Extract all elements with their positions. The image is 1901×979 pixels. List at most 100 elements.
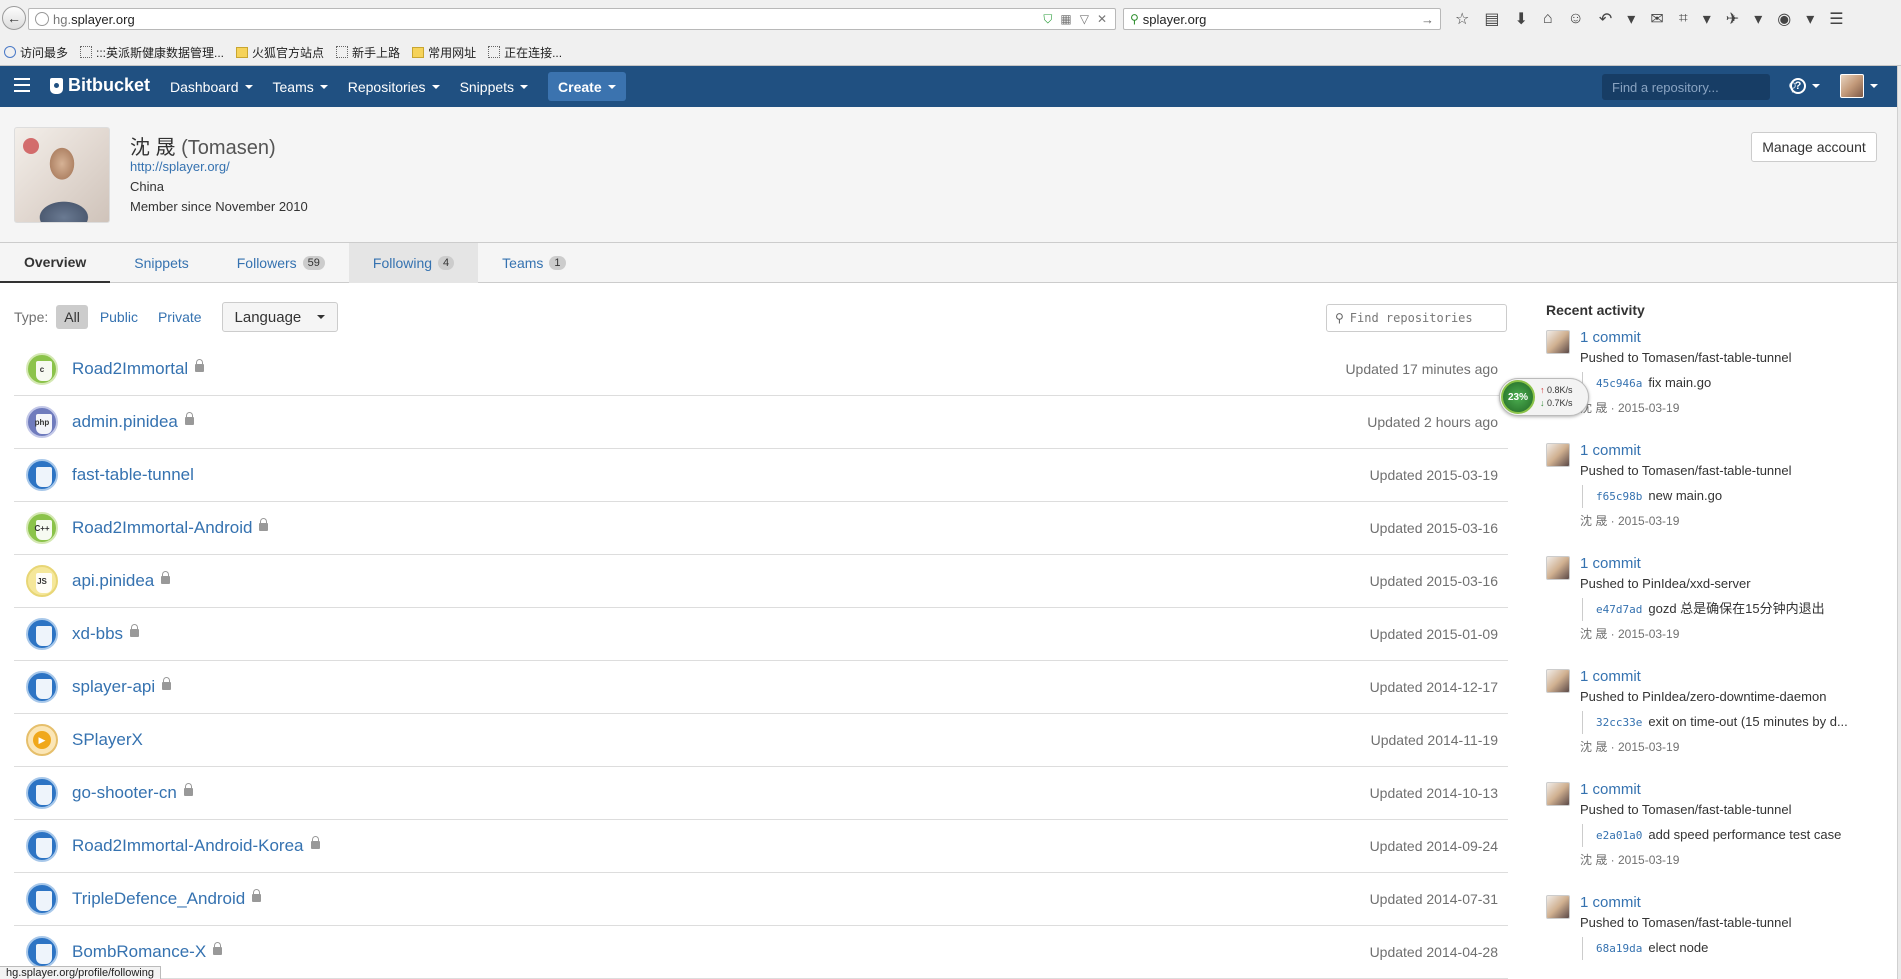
repo-row[interactable]: xd-bbs Updated 2015-01-09 — [14, 608, 1508, 661]
tab-overview[interactable]: Overview — [0, 243, 111, 283]
repo-row[interactable]: fast-table-tunnel Updated 2015-03-19 — [14, 449, 1508, 502]
repo-row[interactable]: c Road2Immortal Updated 17 minutes ago — [14, 343, 1508, 396]
language-dropdown[interactable]: Language — [221, 302, 339, 332]
find-repositories-input[interactable] — [1349, 311, 1498, 325]
download-icon[interactable]: ⬇ — [1514, 9, 1527, 29]
nav-teams[interactable]: Teams — [273, 79, 328, 95]
filter-all[interactable]: All — [56, 305, 88, 329]
repo-name-link[interactable]: BombRomance-X — [72, 942, 206, 962]
repo-name-link[interactable]: admin.pinidea — [72, 412, 178, 432]
close-icon[interactable]: ✕ — [1097, 12, 1107, 27]
download-value: 0.7K/s — [1547, 398, 1573, 408]
dropdown-icon[interactable]: ▾ — [1703, 9, 1711, 29]
avatar[interactable] — [1546, 669, 1570, 693]
home-icon[interactable]: ⌂ — [1543, 10, 1553, 28]
repo-name-link[interactable]: Road2Immortal — [72, 359, 188, 379]
repo-row[interactable]: BombRomance-X Updated 2014-04-28 — [14, 926, 1508, 979]
commit-hash-link[interactable]: 32cc33e — [1596, 716, 1642, 729]
menu-icon[interactable]: ☰ — [1829, 9, 1843, 29]
url-bar[interactable]: hg.splayer.org ⛉ ▦ ▽ ✕ — [28, 8, 1116, 30]
repo-search-input[interactable] — [1612, 79, 1788, 95]
commit-count-link[interactable]: 1 commit — [1580, 441, 1886, 461]
commit-hash-link[interactable]: e2a01a0 — [1596, 829, 1642, 842]
commit-count-link[interactable]: 1 commit — [1580, 893, 1886, 913]
commit-count-link[interactable]: 1 commit — [1580, 780, 1886, 800]
avatar[interactable] — [1546, 443, 1570, 467]
avatar[interactable] — [1546, 556, 1570, 580]
qr-code-icon[interactable]: ▦ — [1060, 12, 1071, 27]
commit-hash-link[interactable]: 68a19da — [1596, 942, 1642, 955]
nav-repositories[interactable]: Repositories — [348, 79, 440, 95]
search-engine-icon[interactable]: ⚲ — [1130, 12, 1139, 26]
tab-teams[interactable]: Teams 1 — [478, 243, 589, 283]
bookmark-item[interactable]: :::英派斯健康数据管理... — [76, 44, 228, 61]
bookmark-item[interactable]: 火狐官方站点 — [232, 44, 328, 61]
repo-row[interactable]: Road2Immortal-Android-Korea Updated 2014… — [14, 820, 1508, 873]
repo-row[interactable]: go-shooter-cn Updated 2014-10-13 — [14, 767, 1508, 820]
bird-icon[interactable]: ✈ — [1726, 9, 1739, 29]
go-arrow-icon[interactable]: → — [1421, 12, 1434, 27]
repo-name-link[interactable]: Road2Immortal-Android-Korea — [72, 836, 304, 856]
bookmark-item[interactable]: 访问最多 — [0, 44, 72, 61]
profile-website-link[interactable]: http://splayer.org/ — [130, 159, 230, 174]
back-button[interactable]: ← — [2, 6, 26, 30]
bookmark-item[interactable]: 新手上路 — [332, 44, 404, 61]
network-speed-widget[interactable]: 23% ↑ 0.8K/s ↓ 0.7K/s — [1499, 378, 1589, 416]
repo-row[interactable]: splayer-api Updated 2014-12-17 — [14, 661, 1508, 714]
filter-private[interactable]: Private — [150, 305, 210, 329]
commit-count-link[interactable]: 1 commit — [1580, 554, 1886, 574]
browser-search-bar[interactable]: ⚲ splayer.org → — [1123, 8, 1441, 30]
repo-name-link[interactable]: TripleDefence_Android — [72, 889, 245, 909]
repo-row[interactable]: ▶ SPlayerX Updated 2014-11-19 — [14, 714, 1508, 767]
comment-icon[interactable]: ✉ — [1650, 9, 1663, 29]
repo-row[interactable]: JS api.pinidea Updated 2015-03-16 — [14, 555, 1508, 608]
repo-row[interactable]: php admin.pinidea Updated 2 hours ago — [14, 396, 1508, 449]
clipboard-icon[interactable]: ▤ — [1484, 9, 1499, 29]
repo-name-link[interactable]: api.pinidea — [72, 571, 154, 591]
repo-name-link[interactable]: xd-bbs — [72, 624, 123, 644]
tab-following[interactable]: Following 4 — [348, 243, 479, 283]
play-icon: ▶ — [26, 724, 58, 756]
repo-name-link[interactable]: go-shooter-cn — [72, 783, 177, 803]
repo-name-link[interactable]: splayer-api — [72, 677, 155, 697]
bookmark-item[interactable]: 正在连接... — [484, 44, 566, 61]
dropdown-icon[interactable]: ▾ — [1754, 9, 1762, 29]
commit-hash-link[interactable]: 45c946a — [1596, 377, 1642, 390]
dropdown-arrow-icon[interactable]: ▽ — [1080, 12, 1089, 27]
hamburger-menu-icon[interactable] — [14, 78, 30, 94]
chat-icon[interactable]: ☺ — [1568, 10, 1584, 28]
create-button[interactable]: Create — [548, 72, 626, 101]
repo-name-link[interactable]: Road2Immortal-Android — [72, 518, 252, 538]
avatar[interactable] — [1546, 895, 1570, 919]
shield-icon[interactable]: ⛉ — [1043, 12, 1052, 27]
globe-addon-icon[interactable]: ◉ — [1777, 9, 1791, 29]
filter-public[interactable]: Public — [92, 305, 146, 329]
bookmark-star-icon[interactable]: ☆ — [1455, 9, 1469, 29]
nav-dashboard[interactable]: Dashboard — [170, 79, 253, 95]
repo-row[interactable]: C++ Road2Immortal-Android Updated 2015-0… — [14, 502, 1508, 555]
nav-snippets[interactable]: Snippets — [460, 79, 529, 95]
bitbucket-logo[interactable]: Bitbucket — [50, 75, 150, 96]
commit-hash-link[interactable]: e47d7ad — [1596, 603, 1642, 616]
repo-name-link[interactable]: fast-table-tunnel — [72, 465, 194, 485]
repo-row[interactable]: TripleDefence_Android Updated 2014-07-31 — [14, 873, 1508, 926]
undo-icon[interactable]: ↶ — [1599, 9, 1612, 29]
avatar[interactable] — [1546, 782, 1570, 806]
dropdown-icon[interactable]: ▾ — [1627, 9, 1635, 29]
tab-followers[interactable]: Followers 59 — [213, 243, 349, 283]
tab-snippets[interactable]: Snippets — [110, 243, 212, 283]
help-menu[interactable]: ? — [1790, 78, 1820, 94]
repo-name-link[interactable]: SPlayerX — [72, 730, 143, 750]
crop-icon[interactable]: ⌗ — [1679, 10, 1688, 28]
manage-account-button[interactable]: Manage account — [1751, 132, 1877, 162]
page-scrollbar[interactable] — [1897, 66, 1901, 979]
commit-count-link[interactable]: 1 commit — [1580, 667, 1886, 687]
lock-icon — [183, 783, 193, 796]
browser-toolbar: ☆ ▤ ⬇ ⌂ ☺ ↶ ▾ ✉ ⌗ ▾ ✈ ▾ ◉ ▾ ☰ — [1455, 8, 1844, 30]
user-menu[interactable] — [1840, 74, 1878, 98]
avatar[interactable] — [1546, 330, 1570, 354]
dropdown-icon[interactable]: ▾ — [1806, 9, 1814, 29]
bookmark-item[interactable]: 常用网址 — [408, 44, 480, 61]
commit-count-link[interactable]: 1 commit — [1580, 328, 1886, 348]
commit-hash-link[interactable]: f65c98b — [1596, 490, 1642, 503]
